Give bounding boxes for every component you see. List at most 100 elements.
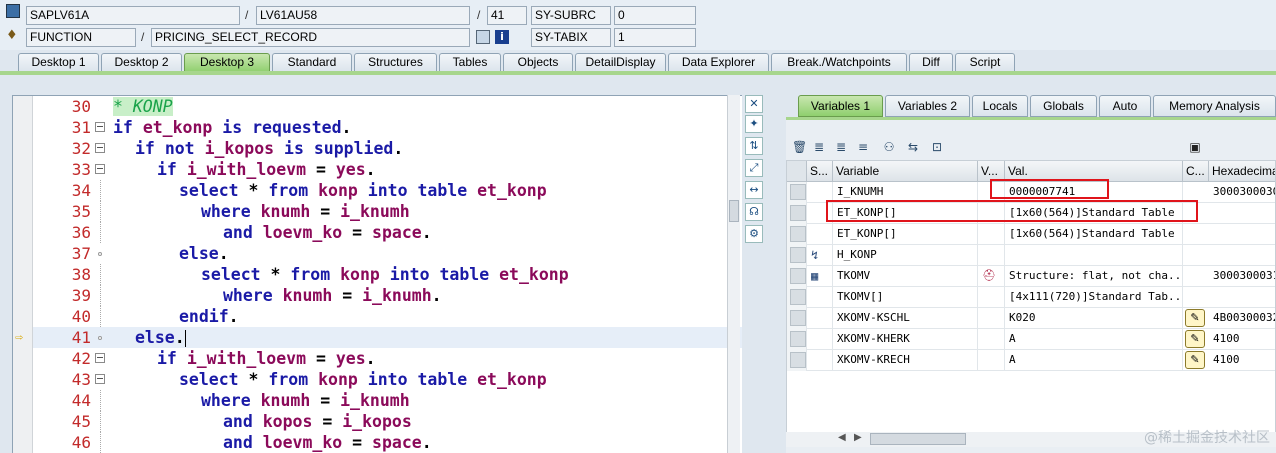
row-select-box[interactable] bbox=[790, 184, 806, 200]
code-line[interactable]: 44 where knumh = i_knumh bbox=[33, 390, 742, 411]
code-line[interactable]: 41 else. ⇨ bbox=[15, 327, 742, 348]
col-header-hex[interactable]: Hexadecimal bbox=[1209, 161, 1275, 182]
row-select-box[interactable] bbox=[790, 289, 806, 305]
row-select-box[interactable] bbox=[790, 268, 806, 284]
subrc-value[interactable]: 0 bbox=[614, 6, 696, 25]
fold-toggle-icon[interactable] bbox=[95, 164, 105, 174]
grid-row[interactable]: XKOMV-KSCHL K020 ✎ 4B00300032 bbox=[787, 308, 1275, 329]
code-line[interactable]: 43 select * from konp into table et_konp bbox=[33, 369, 742, 390]
col-header-c[interactable]: C... bbox=[1183, 161, 1209, 182]
fit-width-icon[interactable]: ↔ bbox=[745, 181, 763, 199]
source-editor[interactable]: 30 * KONP 31 if et_konp is requested. 32 if n… bbox=[12, 95, 742, 453]
row-selector[interactable] bbox=[787, 329, 807, 350]
info-icon[interactable]: i bbox=[495, 30, 509, 44]
maximize-icon[interactable]: ⤢ bbox=[745, 159, 763, 177]
code-line[interactable]: 46 and loevm_ko = space. bbox=[33, 432, 742, 453]
close-icon[interactable]: ✕ bbox=[745, 95, 763, 113]
tab-auto[interactable]: Auto bbox=[1099, 95, 1151, 117]
value-cell[interactable]: K020 bbox=[1005, 308, 1183, 329]
scroll-thumb[interactable] bbox=[729, 200, 739, 222]
code-line[interactable]: 40 endif. bbox=[33, 306, 742, 327]
code-line[interactable]: 36 and loevm_ko = space. bbox=[33, 222, 742, 243]
code-line[interactable]: 32 if not i_kopos is supplied. bbox=[33, 138, 742, 159]
variable-cell[interactable]: XKOMV-KRECH bbox=[833, 350, 978, 371]
swap-icon[interactable]: ⇅ bbox=[745, 137, 763, 155]
code-line[interactable]: 42 if i_with_loevm = yes. bbox=[33, 348, 742, 369]
services-icon[interactable]: ☊ bbox=[745, 203, 763, 221]
tab-globals[interactable]: Globals bbox=[1030, 95, 1097, 117]
program-field[interactable]: SAPLV61A bbox=[26, 6, 240, 25]
value-cell[interactable]: [1x60(564)]Standard Table bbox=[1005, 224, 1183, 245]
fold-toggle-icon[interactable] bbox=[95, 143, 105, 153]
row-selector[interactable] bbox=[787, 287, 807, 308]
row-selector[interactable] bbox=[787, 182, 807, 203]
tab-structures[interactable]: Structures bbox=[354, 53, 437, 72]
row-selector[interactable] bbox=[787, 203, 807, 224]
edit-pencil-icon[interactable]: ✎ bbox=[1185, 330, 1205, 348]
variable-cell[interactable]: TKOMV bbox=[833, 266, 978, 287]
tab-memory-analysis[interactable]: Memory Analysis bbox=[1153, 95, 1276, 117]
code-line[interactable]: 34 select * from konp into table et_konp bbox=[33, 180, 742, 201]
row-select-box[interactable] bbox=[790, 226, 806, 242]
code-line[interactable]: 30 * KONP bbox=[33, 96, 742, 117]
delete-icon[interactable]: 🗑 bbox=[792, 140, 807, 154]
transfer-icon[interactable]: ⇆ bbox=[906, 140, 920, 154]
edit-pencil-icon[interactable]: ✎ bbox=[1185, 309, 1205, 327]
tab-variables-2[interactable]: Variables 2 bbox=[885, 95, 970, 117]
tab-locals[interactable]: Locals bbox=[972, 95, 1028, 117]
code-line[interactable]: 39 where knumh = i_knumh. bbox=[33, 285, 742, 306]
value-cell[interactable]: [4x111(720)]Standard Tab... bbox=[1005, 287, 1183, 308]
fold-toggle-icon[interactable] bbox=[95, 353, 105, 363]
variable-cell[interactable]: TKOMV[] bbox=[833, 287, 978, 308]
fold-toggle-icon[interactable] bbox=[95, 122, 105, 132]
tab-detaildisplay[interactable]: DetailDisplay bbox=[575, 53, 666, 72]
fold-toggle-icon[interactable] bbox=[95, 374, 105, 384]
row-select-box[interactable] bbox=[790, 310, 806, 326]
tab-standard[interactable]: Standard bbox=[272, 53, 352, 72]
variable-cell[interactable]: XKOMV-KSCHL bbox=[833, 308, 978, 329]
tab-desktop-2[interactable]: Desktop 2 bbox=[101, 53, 182, 72]
tab-breakpoints[interactable]: Break./Watchpoints bbox=[771, 53, 907, 72]
line-number-field[interactable]: 41 bbox=[487, 6, 527, 25]
col-header-s[interactable]: S... bbox=[807, 161, 833, 182]
event-type-field[interactable]: FUNCTION bbox=[26, 28, 136, 47]
variable-cell[interactable]: H_KONP bbox=[833, 245, 978, 266]
scroll-right-icon[interactable]: ▶ bbox=[854, 432, 862, 443]
scroll-thumb[interactable] bbox=[870, 433, 966, 445]
list2-icon[interactable]: ≣ bbox=[834, 140, 848, 154]
tab-script[interactable]: Script bbox=[955, 53, 1015, 72]
scroll-left-icon[interactable]: ◀ bbox=[838, 432, 846, 443]
row-selector[interactable] bbox=[787, 224, 807, 245]
new-tool-icon[interactable]: ✦ bbox=[745, 115, 763, 133]
variable-cell[interactable]: ET_KONP[] bbox=[833, 224, 978, 245]
tab-data-explorer[interactable]: Data Explorer bbox=[668, 53, 769, 72]
code-line[interactable]: 38 select * from konp into table et_konp bbox=[33, 264, 742, 285]
grid-row[interactable]: XKOMV-KRECH A ✎ 4100 bbox=[787, 350, 1275, 371]
navigate-icon[interactable]: ⊡ bbox=[930, 140, 944, 154]
code-line[interactable]: 45 and kopos = i_kopos bbox=[33, 411, 742, 432]
edit-pencil-icon[interactable]: ✎ bbox=[1185, 351, 1205, 369]
row-select-box[interactable] bbox=[790, 331, 806, 347]
list-icon[interactable]: ≣ bbox=[812, 140, 826, 154]
row-selector[interactable] bbox=[787, 245, 807, 266]
event-name-field[interactable]: PRICING_SELECT_RECORD bbox=[151, 28, 470, 47]
value-cell[interactable]: Structure: flat, not cha... bbox=[1005, 266, 1183, 287]
navigate-icon[interactable] bbox=[476, 30, 490, 44]
list3-icon[interactable]: ≡ bbox=[856, 140, 870, 154]
breakpoint-gutter[interactable] bbox=[13, 96, 33, 453]
include-field[interactable]: LV61AU58 bbox=[256, 6, 470, 25]
col-header-variable[interactable]: Variable bbox=[833, 161, 978, 182]
grid-row[interactable]: ▦ TKOMV ⛑ Structure: flat, not cha... 300030… bbox=[787, 266, 1275, 287]
save-icon[interactable]: ▣ bbox=[1188, 140, 1202, 154]
grid-row[interactable]: TKOMV[] [4x111(720)]Standard Tab... bbox=[787, 287, 1275, 308]
tree-icon[interactable]: ⚇ bbox=[882, 140, 896, 154]
row-selector[interactable] bbox=[787, 350, 807, 371]
row-select-box[interactable] bbox=[790, 247, 806, 263]
settings-icon[interactable]: ⚙ bbox=[745, 225, 763, 243]
grid-row[interactable]: XKOMV-KHERK A ✎ 4100 bbox=[787, 329, 1275, 350]
tab-tables[interactable]: Tables bbox=[439, 53, 501, 72]
tab-desktop-3[interactable]: Desktop 3 bbox=[184, 53, 270, 72]
tab-diff[interactable]: Diff bbox=[909, 53, 953, 72]
grid-row[interactable]: ET_KONP[] [1x60(564)]Standard Table bbox=[787, 224, 1275, 245]
editor-scrollbar[interactable] bbox=[727, 95, 740, 453]
